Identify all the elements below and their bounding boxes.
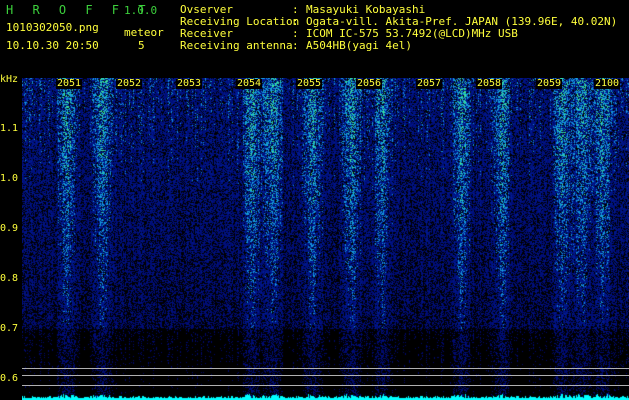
y-axis-unit: kHz: [0, 74, 19, 85]
field-label-antenna: Receiving antenna: [180, 39, 293, 52]
y-tick-label: 1.0: [0, 173, 19, 184]
guide-line: [22, 368, 629, 369]
y-tick-label: 1.1: [0, 123, 19, 134]
x-tick-label: 2051: [56, 78, 83, 89]
x-tick-label: 2052: [116, 78, 143, 89]
guide-line: [22, 385, 629, 386]
y-tick-label: 0.6: [0, 373, 19, 384]
x-tick-label: 2053: [176, 78, 203, 89]
meteor-count: 5: [138, 39, 145, 52]
x-tick-label: 2057: [416, 78, 443, 89]
x-tick-label: 2100: [594, 78, 621, 89]
date-time: 10.10.30 20:50: [6, 39, 99, 52]
x-tick-label: 2056: [356, 78, 383, 89]
y-tick-label: 0.9: [0, 223, 19, 234]
app-version: 1.0.0: [124, 4, 158, 17]
x-tick-label: 2058: [476, 78, 503, 89]
spectrogram-panel: [22, 78, 629, 400]
meteor-label: meteor: [124, 26, 164, 39]
x-tick-label: 2055: [296, 78, 323, 89]
header-panel: H R O F F T 1.0.0 1010302050.png meteor …: [0, 0, 629, 72]
y-tick-label: 0.7: [0, 323, 19, 334]
x-tick-label: 2054: [236, 78, 263, 89]
y-tick-label: 0.8: [0, 273, 19, 284]
guide-line: [22, 375, 629, 376]
x-tick-label: 2059: [536, 78, 563, 89]
file-name: 1010302050.png: [6, 21, 99, 34]
spectrogram-canvas: [22, 78, 629, 400]
field-value-antenna: A504HB(yagi 4el): [306, 39, 412, 52]
field-separator: :: [292, 39, 299, 52]
